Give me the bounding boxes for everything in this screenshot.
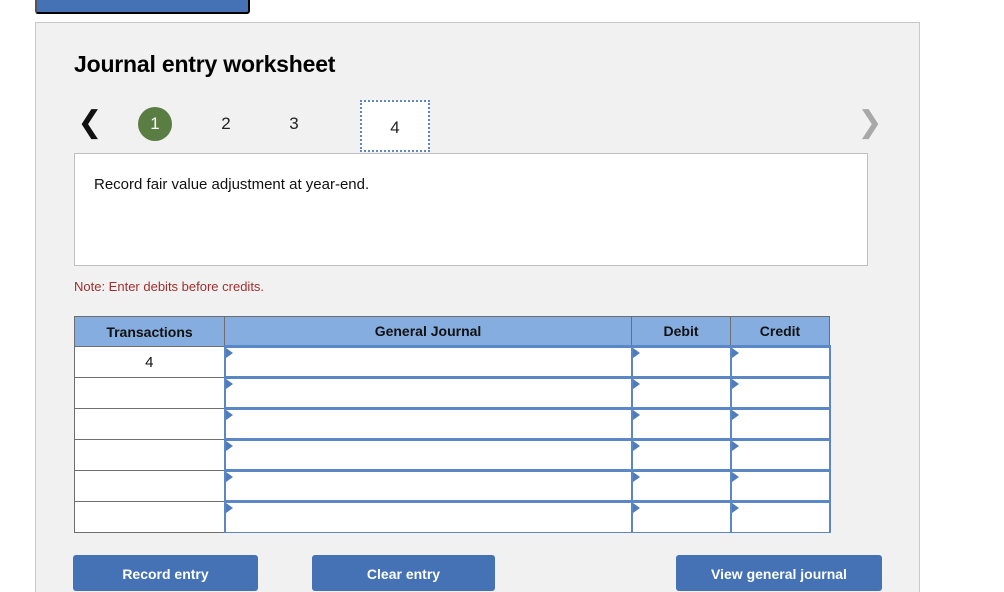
column-header-transactions: Transactions: [74, 316, 225, 347]
top-partial-button[interactable]: [35, 0, 250, 14]
table-row: [74, 407, 831, 440]
column-header-debit: Debit: [631, 316, 731, 347]
cell-general-journal[interactable]: [223, 438, 633, 471]
cell-dropdown-marker-icon: [632, 379, 640, 389]
table-row: [74, 469, 831, 502]
cell-dropdown-marker-icon: [731, 472, 739, 482]
pager-page-2[interactable]: 2: [209, 107, 243, 141]
cell-dropdown-marker-icon: [632, 348, 640, 358]
cell-dropdown-marker-icon: [225, 379, 233, 389]
view-general-journal-button[interactable]: View general journal: [676, 555, 882, 591]
debits-before-credits-note: Note: Enter debits before credits.: [74, 279, 265, 294]
pager-page-1[interactable]: 1: [138, 107, 172, 141]
worksheet-pager: ❮ 1 2 3 4 ❯: [74, 95, 884, 157]
cell-dropdown-marker-icon: [632, 410, 640, 420]
cell-debit[interactable]: [630, 345, 732, 378]
cell-credit[interactable]: [729, 376, 831, 409]
cell-transaction: [74, 408, 225, 440]
cell-dropdown-marker-icon: [731, 348, 739, 358]
cell-transaction: 4: [74, 346, 225, 378]
cell-credit[interactable]: [729, 345, 831, 378]
table-row: [74, 376, 831, 409]
cell-dropdown-marker-icon: [225, 348, 233, 358]
journal-entry-table: Transactions General Journal Debit Credi…: [74, 316, 831, 533]
cell-debit[interactable]: [630, 407, 732, 440]
cell-dropdown-marker-icon: [731, 441, 739, 451]
cell-debit[interactable]: [630, 469, 732, 502]
record-entry-button[interactable]: Record entry: [73, 555, 258, 591]
cell-dropdown-marker-icon: [632, 503, 640, 513]
cell-transaction: [74, 470, 225, 502]
cell-dropdown-marker-icon: [225, 472, 233, 482]
pager-page-3[interactable]: 3: [277, 107, 311, 141]
cell-general-journal[interactable]: [223, 345, 633, 378]
cell-general-journal[interactable]: [223, 376, 633, 409]
cell-dropdown-marker-icon: [731, 503, 739, 513]
column-header-general-journal: General Journal: [224, 316, 632, 347]
column-header-credit: Credit: [730, 316, 830, 347]
page-title: Journal entry worksheet: [74, 51, 336, 77]
cell-debit[interactable]: [630, 500, 732, 533]
pager-page-4[interactable]: 4: [360, 100, 430, 152]
clear-entry-button[interactable]: Clear entry: [312, 555, 495, 591]
cell-dropdown-marker-icon: [632, 472, 640, 482]
cell-transaction: [74, 501, 225, 533]
cell-dropdown-marker-icon: [225, 441, 233, 451]
cell-debit[interactable]: [630, 438, 732, 471]
transaction-description-text: Record fair value adjustment at year-end…: [94, 176, 370, 193]
table-row: [74, 500, 831, 533]
cell-credit[interactable]: [729, 438, 831, 471]
table-row: 4: [74, 345, 831, 378]
transaction-description-box: Record fair value adjustment at year-end…: [74, 153, 868, 266]
chevron-right-icon[interactable]: ❯: [856, 103, 884, 143]
cell-general-journal[interactable]: [223, 500, 633, 533]
cell-dropdown-marker-icon: [225, 410, 233, 420]
cell-dropdown-marker-icon: [731, 410, 739, 420]
cell-credit[interactable]: [729, 469, 831, 502]
cell-dropdown-marker-icon: [731, 379, 739, 389]
cell-transaction: [74, 439, 225, 471]
journal-entry-screen: Journal entry worksheet ❮ 1 2 3 4 ❯ Reco…: [0, 0, 1004, 592]
table-header-row: Transactions General Journal Debit Credi…: [74, 316, 830, 347]
cell-debit[interactable]: [630, 376, 732, 409]
cell-general-journal[interactable]: [223, 407, 633, 440]
cell-credit[interactable]: [729, 407, 831, 440]
cell-credit[interactable]: [729, 500, 831, 533]
cell-dropdown-marker-icon: [225, 503, 233, 513]
cell-transaction: [74, 377, 225, 409]
table-row: [74, 438, 831, 471]
journal-entry-panel: Journal entry worksheet ❮ 1 2 3 4 ❯ Reco…: [35, 22, 920, 592]
cell-general-journal[interactable]: [223, 469, 633, 502]
chevron-left-icon[interactable]: ❮: [76, 103, 104, 143]
cell-dropdown-marker-icon: [632, 441, 640, 451]
